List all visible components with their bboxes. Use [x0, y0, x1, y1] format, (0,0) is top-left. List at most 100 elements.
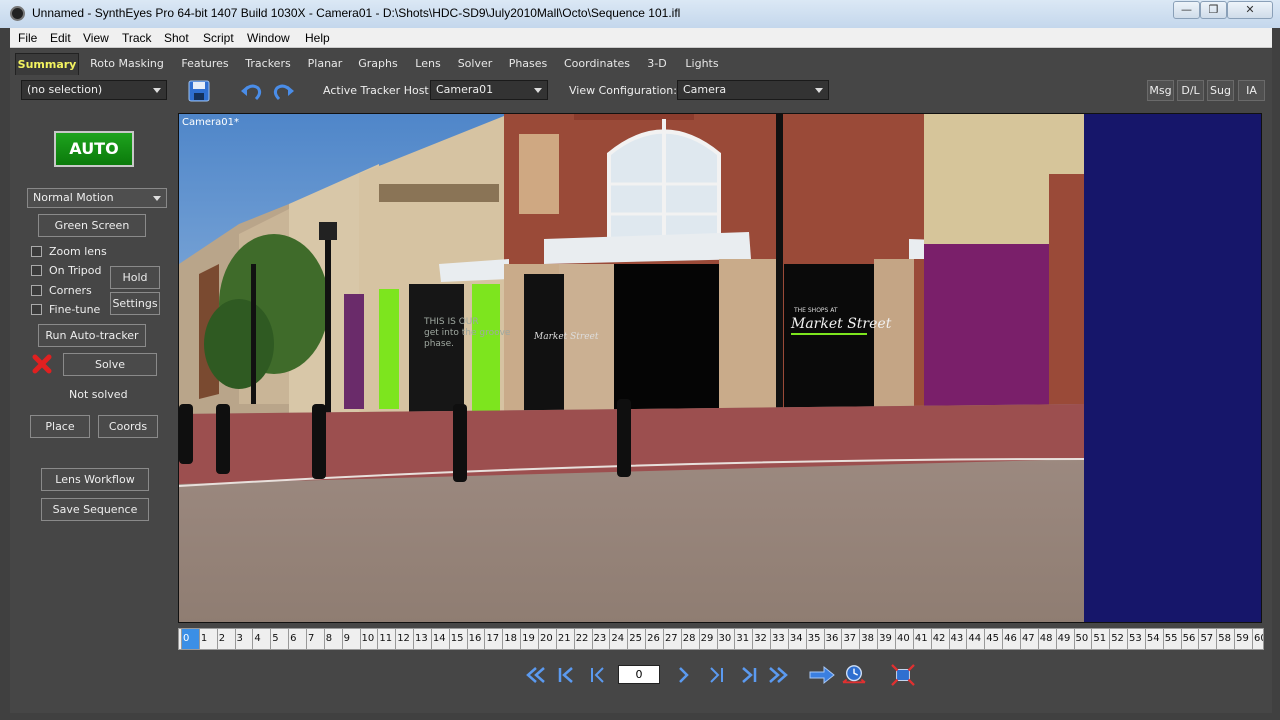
first-frame-icon[interactable]	[555, 664, 577, 686]
timeline-frame[interactable]: 46	[1002, 629, 1020, 649]
timeline-frame[interactable]: 16	[466, 629, 485, 649]
zoom-lens-checkbox[interactable]	[31, 246, 42, 257]
sug-button[interactable]: Sug	[1207, 80, 1234, 101]
timeline-frame[interactable]: 18	[502, 629, 520, 649]
tab-features[interactable]: Features	[177, 53, 233, 75]
camera-viewport[interactable]: Camera01* THIS IS OUR get into the groov…	[178, 113, 1262, 623]
timeline-frame[interactable]: 2	[216, 629, 235, 649]
tab-phases[interactable]: Phases	[505, 53, 551, 75]
active-tracker-host-dropdown[interactable]: Camera01	[430, 80, 548, 100]
view-config-dropdown[interactable]: Camera	[677, 80, 829, 100]
timeline-frame[interactable]: 44	[966, 629, 984, 649]
timeline-frame[interactable]: 42	[930, 629, 949, 649]
redo-icon[interactable]	[272, 80, 296, 102]
fast-forward-icon[interactable]	[767, 664, 789, 686]
save-sequence-button[interactable]: Save Sequence	[41, 498, 149, 521]
corners-checkbox[interactable]	[31, 285, 42, 296]
tab-roto-masking[interactable]: Roto Masking	[86, 53, 168, 75]
tab-trackers[interactable]: Trackers	[240, 53, 296, 75]
next-key-icon[interactable]	[706, 664, 728, 686]
settings-button[interactable]: Settings	[110, 292, 160, 315]
timeline-frame[interactable]: 17	[484, 629, 502, 649]
timeline-frame[interactable]: 47	[1019, 629, 1038, 649]
timeline-frame[interactable]: 45	[984, 629, 1002, 649]
timeline-frame[interactable]: 3	[234, 629, 253, 649]
prev-key-icon[interactable]	[586, 664, 608, 686]
minimize-button[interactable]: —	[1173, 1, 1200, 19]
menu-shot[interactable]: Shot	[164, 31, 189, 45]
tab-solver[interactable]: Solver	[454, 53, 496, 75]
motion-dropdown[interactable]: Normal Motion	[27, 188, 167, 208]
timeline-frame[interactable]: 51	[1091, 629, 1109, 649]
timeline-frame[interactable]: 48	[1037, 629, 1056, 649]
on-tripod-checkbox[interactable]	[31, 265, 42, 276]
last-frame-icon[interactable]	[738, 664, 760, 686]
msg-button[interactable]: Msg	[1147, 80, 1174, 101]
timeline-frame[interactable]: 31	[734, 629, 752, 649]
timeline-frame[interactable]: 59	[1234, 629, 1252, 649]
tab-3d[interactable]: 3-D	[644, 53, 670, 75]
timeline-frame[interactable]: 32	[752, 629, 770, 649]
timeline-frame[interactable]: 55	[1162, 629, 1181, 649]
timeline-frame[interactable]: 53	[1127, 629, 1145, 649]
play-forward-arrow-icon[interactable]	[808, 664, 836, 686]
frame-number-input[interactable]: 0	[618, 665, 660, 684]
timeline-frame[interactable]: 20	[538, 629, 556, 649]
timeline-frame[interactable]: 54	[1144, 629, 1163, 649]
maximize-button[interactable]: ❐	[1200, 1, 1227, 19]
fit-frame-icon[interactable]	[890, 664, 916, 686]
timeline-frame[interactable]: 60	[1252, 629, 1263, 649]
menu-file[interactable]: File	[18, 31, 37, 45]
timeline-frame[interactable]: 11	[377, 629, 395, 649]
dl-button[interactable]: D/L	[1177, 80, 1204, 101]
timeline-frame[interactable]: 8	[323, 629, 342, 649]
timeline-frame[interactable]: 33	[770, 629, 788, 649]
auto-button[interactable]: AUTO	[54, 131, 134, 167]
timeline-frame[interactable]: 58	[1216, 629, 1234, 649]
timeline-frame[interactable]: 28	[680, 629, 699, 649]
rewind-to-start-icon[interactable]	[525, 664, 547, 686]
menu-window[interactable]: Window	[247, 31, 290, 45]
timeline-frame[interactable]: 36	[823, 629, 842, 649]
timeline-frame[interactable]: 37	[841, 629, 859, 649]
timeline-frame[interactable]: 29	[698, 629, 717, 649]
timeline-frame[interactable]: 12	[395, 629, 413, 649]
place-button[interactable]: Place	[30, 415, 90, 438]
timeline-frame[interactable]: 19	[520, 629, 538, 649]
timeline-frame[interactable]: 22	[573, 629, 592, 649]
menu-edit[interactable]: Edit	[50, 31, 71, 45]
timeline-frame[interactable]: 4	[252, 629, 270, 649]
next-frame-icon[interactable]	[672, 664, 694, 686]
timeline-frame[interactable]: 6	[288, 629, 306, 649]
timeline-frame[interactable]: 26	[645, 629, 663, 649]
timeline-frame[interactable]: 7	[305, 629, 324, 649]
timeline-frame[interactable]: 15	[448, 629, 467, 649]
timeline-frame[interactable]: 10	[359, 629, 378, 649]
timeline-frame[interactable]: 25	[627, 629, 645, 649]
timeline-bar[interactable]: 0 1 2 3 4 5 6 7 8 9 10 11 12 13 14 15 16 17 18 19 20 21 22 23 24…	[178, 628, 1264, 650]
solve-button[interactable]: Solve	[63, 353, 157, 376]
timeline-frame[interactable]: 35	[805, 629, 824, 649]
timeline-frame[interactable]: 40	[895, 629, 913, 649]
timeline-frame[interactable]: 27	[662, 629, 681, 649]
timeline-frame[interactable]: 24	[609, 629, 627, 649]
coords-button[interactable]: Coords	[98, 415, 158, 438]
timeline-frame[interactable]: 14	[430, 629, 449, 649]
menu-view[interactable]: View	[83, 31, 109, 45]
ia-button[interactable]: IA	[1238, 80, 1265, 101]
save-icon[interactable]	[187, 80, 211, 102]
tab-coordinates[interactable]: Coordinates	[561, 53, 633, 75]
timeline-frame[interactable]: 1	[198, 629, 217, 649]
timeline-frame[interactable]: 41	[912, 629, 931, 649]
timeline-frame[interactable]: 13	[413, 629, 431, 649]
selection-dropdown[interactable]: (no selection)	[21, 80, 167, 100]
timeline-frame[interactable]: 21	[555, 629, 574, 649]
timeline-frame[interactable]: 30	[716, 629, 735, 649]
timeline-frame[interactable]: 50	[1073, 629, 1092, 649]
timeline-frame[interactable]: 34	[787, 629, 806, 649]
timeline-frame[interactable]: 43	[948, 629, 967, 649]
tab-lens[interactable]: Lens	[411, 53, 445, 75]
playback-speed-icon[interactable]	[840, 664, 868, 686]
hold-button[interactable]: Hold	[110, 266, 160, 289]
tab-lights[interactable]: Lights	[681, 53, 723, 75]
